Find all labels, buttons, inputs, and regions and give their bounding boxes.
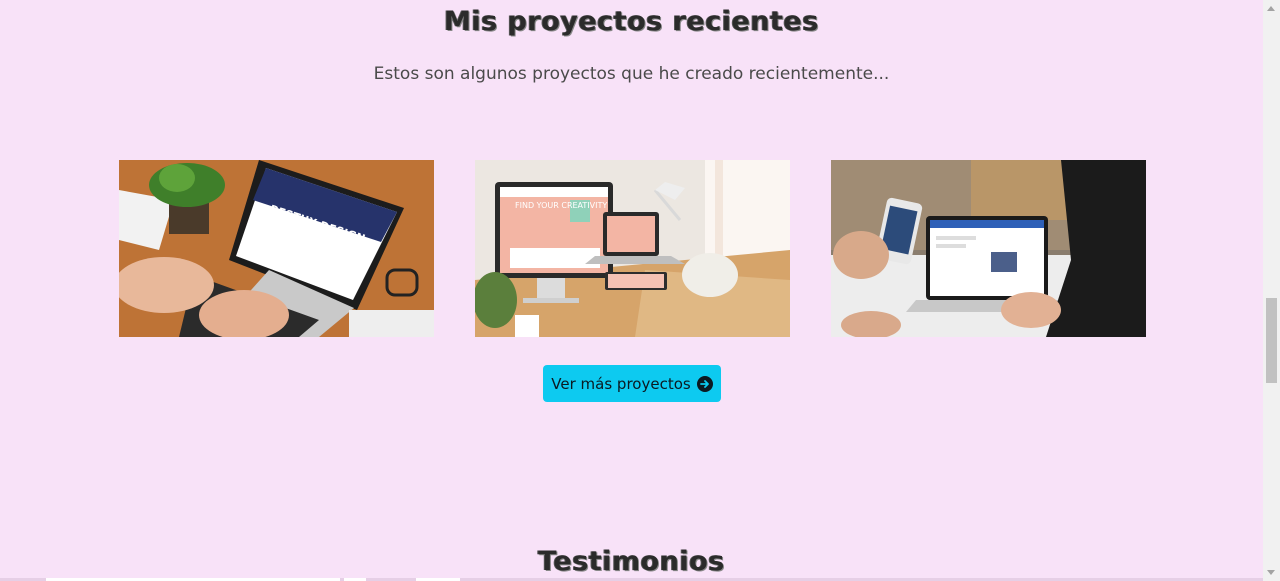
desktop-devices-photo: FIND YOUR CREATIVITY — [475, 160, 790, 337]
projects-subtitle: Estos son algunos proyectos que he cread… — [373, 64, 890, 84]
project-card-1[interactable]: BESTUX DESIGN — [119, 160, 434, 337]
vertical-scrollbar[interactable] — [1263, 0, 1280, 581]
monitor-screen-text: FIND YOUR CREATIVITY — [515, 201, 607, 210]
see-more-projects-label: Ver más proyectos — [551, 374, 691, 393]
phone-laptop-photo — [831, 160, 1146, 337]
arrow-circle-right-icon — [696, 375, 713, 392]
scrollbar-thumb[interactable] — [1266, 298, 1277, 383]
main-content: Mis proyectos recientes Estos son alguno… — [0, 0, 1263, 581]
project-card-2[interactable]: FIND YOUR CREATIVITY — [475, 160, 790, 337]
project-card-3[interactable] — [831, 160, 1146, 337]
see-more-projects-button[interactable]: Ver más proyectos — [543, 365, 721, 402]
scroll-up-arrow-icon[interactable] — [1267, 6, 1275, 11]
page: Mis proyectos recientes Estos son alguno… — [0, 0, 1280, 581]
laptop-web-design-photo: BESTUX DESIGN — [119, 160, 434, 337]
projects-title: Mis proyectos recientes — [444, 6, 819, 37]
scroll-down-arrow-icon[interactable] — [1267, 570, 1275, 575]
testimonials-title: Testimonios — [538, 546, 725, 577]
